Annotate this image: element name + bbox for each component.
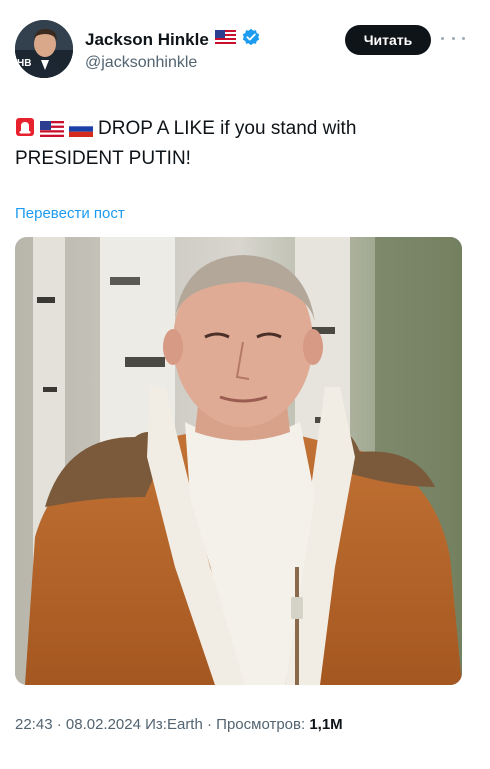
meta-separator: · — [202, 716, 217, 733]
author-handle[interactable]: @jacksonhinkle — [85, 54, 197, 72]
more-icon[interactable] — [441, 30, 465, 46]
us-flag-icon — [40, 118, 64, 145]
tweet-text: DROP A LIKE if you stand with PRESIDENT … — [15, 115, 455, 172]
tweet-source: Earth — [166, 716, 203, 733]
tweet-photo-image — [15, 237, 462, 685]
verified-badge-icon — [242, 28, 260, 51]
avatar[interactable]: HB — [15, 20, 73, 78]
views-count: 1,1M — [309, 716, 343, 733]
avatar-badge: HB — [17, 58, 31, 69]
tweet-text-line2: PRESIDENT PUTIN! — [15, 148, 191, 169]
tweet-time[interactable]: 22:43 — [15, 716, 53, 733]
author-display-name[interactable]: Jackson Hinkle — [85, 30, 209, 50]
tweet-photo[interactable] — [15, 237, 462, 685]
tweet-meta: 22:43 · 08.02.2024 Из:Earth · Просмотров… — [15, 716, 343, 733]
translate-link[interactable]: Перевести пост — [15, 205, 125, 222]
rotating-light-icon — [15, 117, 35, 145]
views-label: Просмотров: — [216, 716, 310, 733]
russia-flag-icon — [68, 118, 94, 145]
avatar-image: HB — [15, 20, 73, 78]
us-flag-icon — [214, 30, 236, 49]
author-name-row: Jackson Hinkle — [85, 28, 260, 51]
source-prefix: Из: — [140, 716, 167, 733]
tweet-date[interactable]: 08.02.2024 — [66, 716, 141, 733]
follow-button[interactable]: Читать — [345, 25, 431, 55]
tweet-text-line1: DROP A LIKE if you stand with — [98, 118, 357, 139]
meta-separator: · — [52, 716, 66, 733]
